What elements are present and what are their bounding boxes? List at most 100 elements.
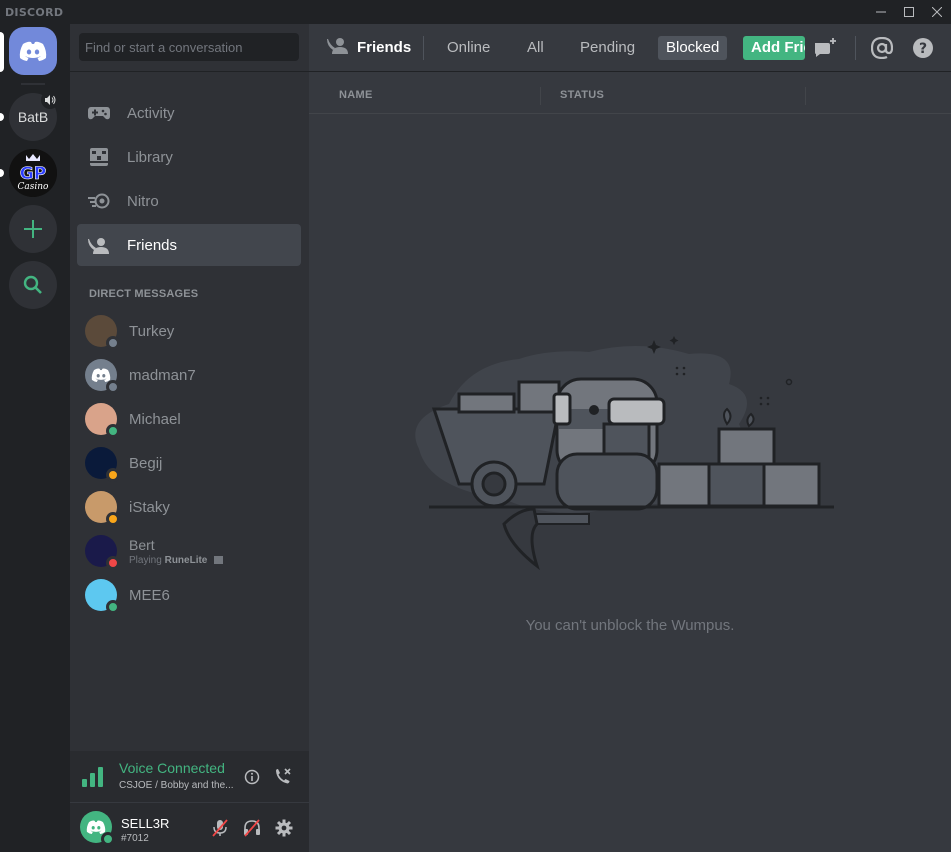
server-batb[interactable]: BatB	[9, 91, 59, 141]
nav-nitro-label: Nitro	[127, 192, 159, 210]
search-input[interactable]: Find or start a conversation	[79, 33, 299, 61]
user-settings-button[interactable]	[272, 816, 296, 840]
tab-pending[interactable]: Pending	[572, 36, 643, 60]
search-bar-container: Find or start a conversation	[70, 24, 309, 72]
dm-name: Michael	[129, 410, 181, 428]
minimize-button[interactable]	[867, 0, 895, 24]
dm-item[interactable]: Begij	[77, 442, 301, 484]
user-panel: SELL3R #7012	[70, 803, 309, 852]
discord-window: DISCORD BatB GP Casino Find or start a c…	[0, 0, 951, 852]
column-divider	[540, 87, 541, 105]
speaker-icon	[41, 91, 59, 109]
deafen-button[interactable]	[240, 816, 264, 840]
rich-presence-icon	[214, 555, 224, 564]
direct-messages-header: DIRECT MESSAGES	[89, 288, 199, 300]
at-mention-icon	[871, 37, 893, 59]
column-name[interactable]: NAME	[339, 89, 373, 101]
help-icon: ?	[913, 38, 933, 58]
svg-text:GP: GP	[20, 164, 46, 184]
avatar	[85, 315, 120, 350]
nav-friends-label: Friends	[127, 236, 178, 254]
unread-indicator	[0, 113, 4, 121]
microphone-muted-icon	[212, 819, 228, 837]
nav-nitro[interactable]: Nitro	[77, 180, 301, 222]
wumpus-illustration	[415, 336, 834, 571]
main-content: Friends Online All Pending Blocked Add F…	[309, 24, 951, 852]
nav-library[interactable]: Library	[77, 136, 301, 178]
status-online-indicator	[106, 424, 120, 438]
info-icon	[244, 769, 260, 785]
avatar	[85, 535, 120, 570]
nav-library-label: Library	[127, 148, 173, 166]
dm-item[interactable]: madman7	[77, 354, 301, 396]
nav-friends[interactable]: Friends	[77, 224, 301, 266]
add-server-button[interactable]	[9, 205, 57, 253]
add-friend-button[interactable]: Add Friend	[743, 36, 805, 60]
dm-activity-game: RuneLite	[164, 554, 208, 566]
tab-all[interactable]: All	[519, 36, 552, 60]
dm-item[interactable]: Bert Playing RuneLite	[77, 530, 301, 572]
toolbar-divider	[855, 36, 856, 60]
server-batb-label: BatB	[17, 109, 49, 125]
avatar	[85, 447, 120, 482]
maximize-button[interactable]	[895, 0, 923, 24]
avatar	[85, 491, 120, 526]
friends-wave-icon	[87, 233, 111, 257]
close-icon	[932, 7, 942, 17]
status-online-indicator	[106, 600, 120, 614]
voice-status[interactable]: Voice Connected	[119, 760, 225, 776]
friends-wave-icon	[327, 36, 349, 59]
server-separator	[21, 83, 45, 85]
voice-connection-panel: Voice Connected CSJOE / Bobby and the...	[70, 751, 309, 803]
dm-item[interactable]: iStaky	[77, 486, 301, 528]
discord-logo-icon	[19, 41, 47, 61]
disconnect-button[interactable]	[271, 765, 295, 789]
page-title: Friends	[357, 39, 412, 56]
server-gp-casino[interactable]: GP Casino	[9, 149, 57, 197]
home-button[interactable]	[9, 27, 57, 75]
close-button[interactable]	[923, 0, 951, 24]
tab-online[interactable]: Online	[439, 36, 498, 60]
dm-name: madman7	[129, 366, 196, 384]
svg-text:?: ?	[919, 41, 927, 57]
toolbar-divider	[423, 36, 424, 60]
tab-blocked[interactable]: Blocked	[658, 36, 728, 60]
title-bar: DISCORD	[0, 0, 951, 24]
user-avatar[interactable]	[80, 811, 115, 846]
help-button[interactable]: ?	[911, 36, 935, 60]
voice-channel[interactable]: CSJOE / Bobby and the...	[119, 780, 234, 791]
status-dnd-indicator	[106, 556, 120, 570]
username: SELL3R	[121, 816, 170, 831]
dm-item[interactable]: MEE6	[77, 574, 301, 616]
dm-activity: Playing RuneLite	[129, 554, 224, 566]
connection-info-button[interactable]	[240, 765, 264, 789]
explore-servers-button[interactable]	[9, 261, 57, 309]
dm-text: Bert Playing RuneLite	[129, 537, 224, 566]
status-offline-indicator	[106, 380, 120, 394]
dm-name: Turkey	[129, 322, 175, 340]
status-online-indicator	[101, 832, 115, 846]
dm-item[interactable]: Michael	[77, 398, 301, 440]
headphones-muted-icon	[244, 819, 260, 837]
svg-text:Casino: Casino	[18, 182, 50, 192]
dm-name: MEE6	[129, 586, 170, 604]
status-idle-indicator	[106, 512, 120, 526]
dm-name: iStaky	[129, 498, 170, 516]
avatar	[85, 359, 120, 394]
gear-icon	[275, 819, 293, 837]
nitro-icon	[87, 189, 111, 213]
dm-item[interactable]: Turkey	[77, 310, 301, 352]
selected-indicator	[0, 32, 4, 72]
new-group-dm-button[interactable]	[813, 36, 837, 60]
discord-logo-icon	[91, 368, 111, 382]
search-icon	[23, 275, 42, 294]
mentions-button[interactable]	[870, 36, 894, 60]
unread-indicator	[0, 169, 4, 177]
empty-state-message: You can't unblock the Wumpus.	[525, 617, 735, 634]
column-status[interactable]: STATUS	[560, 89, 604, 101]
nav-activity-label: Activity	[127, 104, 175, 122]
nav-activity[interactable]: Activity	[77, 92, 301, 134]
mute-button[interactable]	[208, 816, 232, 840]
plus-icon	[24, 220, 42, 238]
user-discriminator: #7012	[121, 833, 149, 844]
